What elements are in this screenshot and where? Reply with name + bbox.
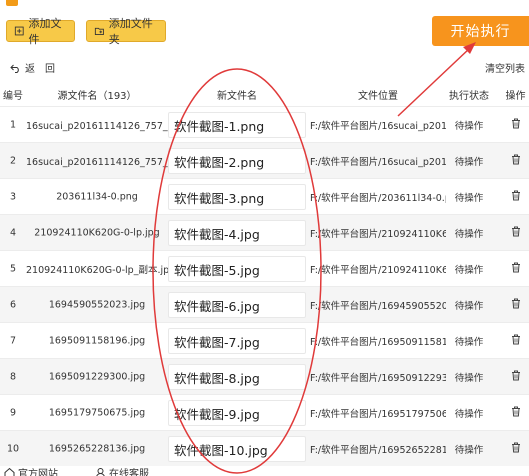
- row-status: 待操作: [454, 408, 484, 420]
- trash-icon[interactable]: [511, 226, 521, 240]
- row-location: F:/软件平台图片/169517975067...: [310, 408, 446, 420]
- row-index: 4: [9, 227, 17, 238]
- row-new-name[interactable]: 软件截图-7.jpg: [168, 328, 306, 354]
- add-file-label: 添加文件: [28, 17, 62, 46]
- row-status: 待操作: [454, 192, 484, 204]
- row-new-name[interactable]: 软件截图-5.jpg: [168, 256, 306, 282]
- row-index: 6: [9, 299, 17, 310]
- row-status: 待操作: [454, 228, 484, 240]
- table-header: 编号 源文件名（193） 新文件名 文件位置 执行状态 操作: [0, 82, 529, 106]
- add-file-icon: [14, 26, 24, 36]
- row-location: F:/软件平台图片/169459055202...: [310, 300, 446, 312]
- row-source-name: 1695265228136.jpg: [48, 443, 146, 454]
- row-status: 待操作: [454, 300, 484, 312]
- row-source-name: 1695091158196.jpg: [48, 335, 146, 346]
- row-status: 待操作: [454, 336, 484, 348]
- row-location: F:/软件平台图片/210924110K62...: [310, 228, 446, 240]
- footer-bar: 官方网站 在线客服: [0, 465, 529, 476]
- row-new-name[interactable]: 软件截图-10.jpg: [168, 436, 306, 462]
- row-source-name: 16sucai_p20161114126_757_副...: [26, 156, 168, 168]
- table-row[interactable]: 5 210924110K620G-0-lp_副本.jpg 软件截图-5.jpg F:/…: [0, 250, 529, 286]
- table-row[interactable]: 10 1695265228136.jpg 软件截图-10.jpg F:/软件平台图片/…: [0, 430, 529, 466]
- table-row[interactable]: 3 203611l34-0.png 软件截图-3.png F:/软件平台图片/2036…: [0, 178, 529, 214]
- app-logo-icon: [6, 0, 18, 6]
- website-label: 官方网站: [18, 469, 58, 476]
- row-index: 8: [9, 371, 17, 382]
- row-new-name[interactable]: 软件截图-3.png: [168, 184, 306, 210]
- row-source-name: 16sucai_p20161114126_757_副...: [26, 120, 168, 132]
- trash-icon[interactable]: [511, 190, 521, 204]
- trash-icon[interactable]: [511, 154, 521, 168]
- row-new-name[interactable]: 软件截图-9.jpg: [168, 400, 306, 426]
- row-source-name: 210924110K620G-0-lp_副本.jpg: [26, 264, 168, 276]
- table-row[interactable]: 4 210924110K620G-0-lp.jpg 软件截图-4.jpg F:/软件平…: [0, 214, 529, 250]
- header-op: 操作: [505, 90, 526, 102]
- row-index: 1: [9, 119, 17, 130]
- row-location: F:/软件平台图片/169526522813...: [310, 444, 446, 456]
- trash-icon[interactable]: [511, 298, 521, 312]
- row-status: 待操作: [454, 372, 484, 384]
- row-source-name: 210924110K620G-0-lp.jpg: [34, 227, 160, 238]
- trash-icon[interactable]: [511, 118, 521, 132]
- back-button[interactable]: 返: [25, 60, 35, 75]
- start-button[interactable]: 开始执行: [432, 16, 529, 46]
- table-row[interactable]: 7 1695091158196.jpg 软件截图-7.jpg F:/软件平台图片/16…: [0, 322, 529, 358]
- row-location: F:/软件平台图片/169509115819...: [310, 336, 446, 348]
- row-location: F:/软件平台图片/16sucai_p201...: [310, 120, 446, 132]
- row-source-name: 1695091229300.jpg: [48, 371, 146, 382]
- row-location: F:/软件平台图片/203611l34-0.p...: [310, 192, 446, 204]
- undo-icon[interactable]: [10, 63, 21, 73]
- support-label: 在线客服: [109, 469, 149, 476]
- add-file-button[interactable]: 添加文件: [6, 17, 75, 46]
- redo-button[interactable]: 回: [45, 60, 55, 75]
- row-status: 待操作: [454, 120, 484, 132]
- row-new-name[interactable]: 软件截图-2.png: [168, 148, 306, 174]
- row-source-name: 203611l34-0.png: [56, 191, 138, 202]
- undo-redo-bar: 返 回: [10, 60, 55, 75]
- trash-icon[interactable]: [511, 406, 521, 420]
- clear-list-button[interactable]: 清空列表: [485, 60, 525, 75]
- header-location: 文件位置: [358, 90, 398, 102]
- table-row[interactable]: 9 1695179750675.jpg 软件截图-9.jpg F:/软件平台图片/16…: [0, 394, 529, 430]
- row-source-name: 1694590552023.jpg: [48, 299, 146, 310]
- add-folder-label: 添加文件夹: [108, 17, 153, 46]
- support-link[interactable]: 在线客服: [95, 465, 149, 476]
- table-row[interactable]: 8 1695091229300.jpg 软件截图-8.jpg F:/软件平台图片/16…: [0, 358, 529, 394]
- trash-icon[interactable]: [511, 370, 521, 384]
- header-newname: 新文件名: [217, 90, 257, 102]
- home-icon: [4, 467, 15, 476]
- row-index: 5: [9, 263, 17, 274]
- header-source: 源文件名（193）: [57, 90, 137, 102]
- add-folder-button[interactable]: 添加文件夹: [86, 17, 166, 46]
- header-status: 执行状态: [449, 90, 489, 102]
- row-status: 待操作: [454, 156, 484, 168]
- row-index: 3: [9, 191, 17, 202]
- add-folder-icon: [94, 27, 104, 36]
- table-row[interactable]: 6 1694590552023.jpg 软件截图-6.jpg F:/软件平台图片/16…: [0, 286, 529, 322]
- support-icon: [96, 468, 105, 476]
- row-status: 待操作: [454, 444, 484, 456]
- table-row[interactable]: 1 16sucai_p20161114126_757_副...软件截图-1.png…: [0, 106, 529, 142]
- trash-icon[interactable]: [511, 442, 521, 456]
- row-index: 9: [9, 407, 17, 418]
- title-bar: [0, 0, 529, 10]
- row-index: 10: [6, 443, 20, 454]
- trash-icon[interactable]: [511, 262, 521, 276]
- row-location: F:/软件平台图片/169509122930...: [310, 372, 446, 384]
- row-source-name: 1695179750675.jpg: [48, 407, 146, 418]
- row-new-name[interactable]: 软件截图-8.jpg: [168, 364, 306, 390]
- website-link[interactable]: 官方网站: [4, 465, 58, 476]
- header-index: 编号: [3, 90, 23, 102]
- row-index: 2: [9, 155, 17, 166]
- table-row[interactable]: 2 16sucai_p20161114126_757_副...软件截图-2.png…: [0, 142, 529, 178]
- row-location: F:/软件平台图片/210924110K62...: [310, 264, 446, 276]
- row-new-name[interactable]: 软件截图-4.jpg: [168, 220, 306, 246]
- row-new-name[interactable]: 软件截图-1.png: [168, 112, 306, 138]
- trash-icon[interactable]: [511, 334, 521, 348]
- row-status: 待操作: [454, 264, 484, 276]
- row-index: 7: [9, 335, 17, 346]
- row-location: F:/软件平台图片/16sucai_p201...: [310, 156, 446, 168]
- row-new-name[interactable]: 软件截图-6.jpg: [168, 292, 306, 318]
